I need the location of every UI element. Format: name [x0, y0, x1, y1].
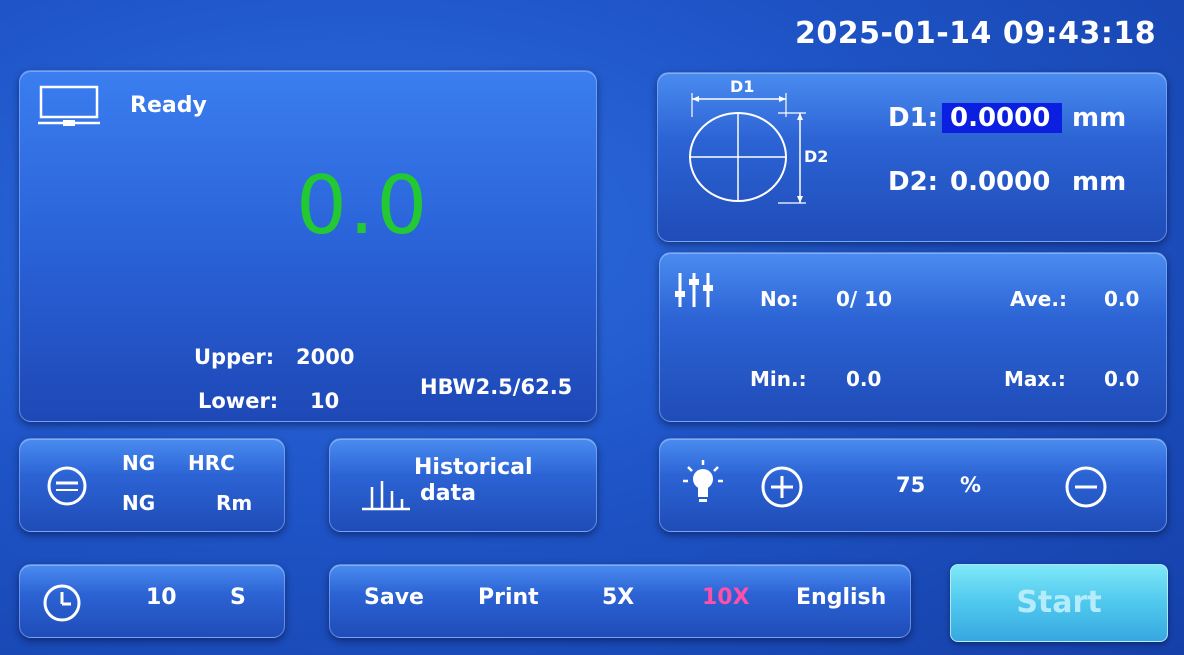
reading-panel: Ready 0.0 Upper: 2000 Lower: 10 HBW2.5/6…: [19, 70, 597, 422]
lightbulb-icon: [682, 459, 724, 507]
diagram-d1-label: D1: [730, 77, 755, 96]
bar-chart-icon: [360, 477, 412, 511]
ng-label-2: NG: [122, 491, 156, 515]
hardness-scale[interactable]: HBW2.5/62.5: [420, 375, 572, 399]
zoom-10x-button[interactable]: 10X: [702, 585, 750, 610]
count-value: 0/ 10: [836, 287, 893, 311]
lower-limit-label: Lower:: [198, 389, 279, 413]
print-button[interactable]: Print: [478, 585, 539, 610]
d1-unit: mm: [1072, 103, 1127, 133]
start-label: Start: [1016, 585, 1102, 620]
sliders-icon[interactable]: [674, 271, 716, 309]
historical-label-line2: data: [420, 481, 476, 506]
upper-limit-label: Upper:: [194, 345, 275, 369]
light-level-unit: %: [960, 473, 982, 497]
d1-value[interactable]: 0.0000: [942, 103, 1063, 133]
minus-circle-icon[interactable]: [1064, 465, 1108, 509]
light-control-panel: 75 %: [659, 438, 1167, 532]
dwell-time-panel[interactable]: 10 S: [19, 564, 285, 638]
historical-data-button[interactable]: Historical data: [329, 438, 597, 532]
clock-icon: [42, 583, 82, 623]
plus-circle-icon[interactable]: [760, 465, 804, 509]
status-text: Ready: [130, 93, 207, 118]
menu-bar: Save Print 5X 10X English: [329, 564, 911, 638]
ng-label-1: NG: [122, 451, 156, 475]
d2-value[interactable]: 0.0000: [950, 167, 1050, 197]
hardness-reading: 0.0: [296, 159, 430, 252]
diagonal-panel: D1 D2 D1: 0.0000 mm D2: 0.0000 mm: [657, 72, 1167, 242]
datetime-display: 2025-01-14 09:43:18: [795, 16, 1157, 51]
save-button[interactable]: Save: [364, 585, 424, 610]
minus-circle-icon: [46, 465, 88, 507]
min-label: Min.:: [750, 367, 807, 391]
monitor-icon: [38, 85, 100, 135]
d1-label: D1:: [888, 103, 939, 133]
average-value: 0.0: [1104, 287, 1140, 311]
average-label: Ave.:: [1010, 287, 1067, 311]
start-button[interactable]: Start: [950, 564, 1168, 642]
min-value: 0.0: [846, 367, 882, 391]
d2-label: D2:: [888, 167, 939, 197]
d2-unit: mm: [1072, 167, 1127, 197]
dwell-time-value: 10: [146, 585, 177, 610]
statistics-panel: No: 0/ 10 Ave.: 0.0 Min.: 0.0 Max.: 0.0: [659, 252, 1167, 422]
upper-limit-value[interactable]: 2000: [296, 345, 354, 369]
dwell-time-unit: S: [230, 585, 246, 610]
count-label: No:: [760, 287, 799, 311]
historical-label-line1: Historical: [414, 455, 533, 480]
zoom-5x-button[interactable]: 5X: [602, 585, 634, 610]
light-level-value: 75: [896, 473, 926, 497]
lower-limit-value[interactable]: 10: [310, 389, 339, 413]
max-label: Max.:: [1004, 367, 1066, 391]
indentation-diagram-icon: [682, 77, 842, 211]
language-button[interactable]: English: [796, 585, 886, 610]
max-value: 0.0: [1104, 367, 1140, 391]
scale-hrc: HRC: [188, 451, 235, 475]
diagram-d2-label: D2: [804, 147, 829, 166]
conversion-button[interactable]: NG HRC NG Rm: [19, 438, 285, 532]
scale-rm: Rm: [216, 491, 253, 515]
